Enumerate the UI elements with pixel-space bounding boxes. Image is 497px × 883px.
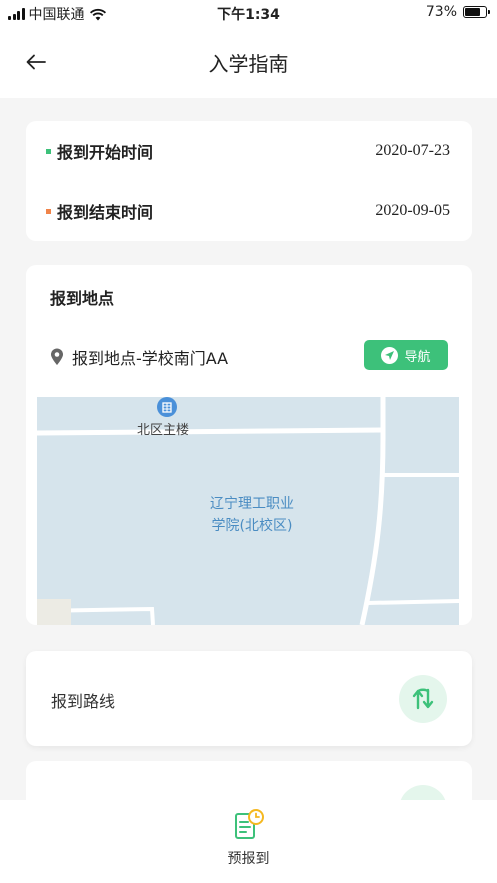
navigate-button-label: 导航: [404, 348, 431, 364]
battery-percent: 73%: [425, 4, 457, 20]
map-campus-label-line1: 辽宁理工职业: [210, 496, 294, 512]
status-bar: 中国联通 下午1:34 73%: [0, 0, 497, 26]
map-campus-label-line2: 学院(北校区): [211, 518, 293, 534]
map-campus-label: 辽宁理工职业 学院(北校区): [187, 493, 317, 537]
end-time-row: 报到结束时间 2020-09-05: [46, 196, 450, 226]
route-icon: [399, 675, 447, 723]
navigate-button[interactable]: 导航: [364, 340, 448, 370]
location-card: 报到地点 报到地点-学校南门AA 导航 北区主楼 辽宁理工职业 学院(北校区): [26, 265, 472, 625]
location-address-row: 报到地点-学校南门AA: [50, 345, 228, 369]
start-time-label: 报到开始时间: [57, 143, 154, 162]
start-time-row: 报到开始时间 2020-07-23: [46, 136, 450, 166]
registration-time-card: 报到开始时间 2020-07-23 报到结束时间 2020-09-05: [26, 121, 472, 241]
page-title: 入学指南: [208, 52, 289, 76]
map-poi-label: 北区主楼: [137, 423, 190, 438]
nav-header: 入学指南: [0, 26, 497, 98]
end-time-value: 2020-09-05: [375, 202, 450, 219]
building-marker-icon[interactable]: [157, 397, 177, 417]
start-dot: [46, 148, 51, 154]
route-card[interactable]: 报到路线: [26, 651, 472, 746]
battery-icon: [463, 6, 490, 18]
location-section-title: 报到地点: [50, 289, 115, 308]
end-time-label: 报到结束时间: [57, 203, 154, 222]
tab-label: 预报到: [227, 851, 270, 867]
location-pin-icon: [51, 348, 63, 365]
status-time: 下午1:34: [217, 7, 280, 23]
bottom-tab-bar: 预报到: [0, 800, 497, 883]
campus-map[interactable]: 北区主楼 辽宁理工职业 学院(北校区): [37, 397, 459, 625]
navigation-arrow-icon: [381, 346, 399, 364]
tab-pre-registration[interactable]: 预报到: [0, 808, 497, 868]
start-time-value: 2020-07-23: [375, 142, 450, 159]
end-dot: [46, 208, 51, 214]
route-label: 报到路线: [51, 692, 116, 711]
location-address: 报到地点-学校南门AA: [72, 349, 229, 368]
document-clock-icon: [234, 809, 264, 839]
